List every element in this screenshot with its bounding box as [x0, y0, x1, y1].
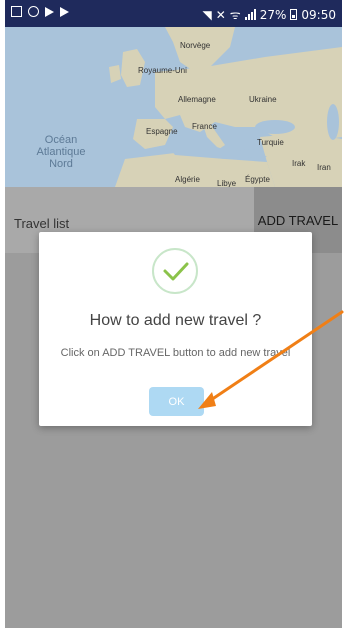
map-label-ocean: Océan Atlantique Nord	[31, 134, 91, 170]
map-label-ocean-line2: Atlantique	[36, 146, 86, 158]
app-screen: ◥ ✕ ᯤ 27% 09:50 Norvège Royaume-Uni Alle…	[5, 0, 342, 628]
map-label-libya: Libye	[217, 179, 237, 187]
clock: 09:50	[301, 7, 336, 22]
battery-percent: 27%	[259, 7, 287, 22]
map-label-turkey: Turquie	[257, 138, 284, 147]
map-label-iran: Iran	[317, 163, 331, 172]
signal-icon	[244, 9, 256, 20]
map-label-france: France	[192, 122, 217, 131]
nfc-icon: ◥	[202, 7, 212, 22]
caspian-sea	[327, 104, 339, 140]
map-label-uk: Royaume-Uni	[138, 66, 187, 75]
map-label-egypt: Égypte	[245, 175, 270, 184]
dialog-message: Click on ADD TRAVEL button to add new tr…	[60, 347, 291, 359]
map-label-norway: Norvège	[180, 41, 211, 50]
play-icon	[45, 7, 54, 17]
status-system-icons: ◥ ✕ ᯤ 27% 09:50	[202, 6, 336, 23]
gallery-icon	[11, 6, 22, 17]
map-label-ocean-line1: Océan	[44, 134, 78, 146]
map-label-germany: Allemagne	[178, 95, 216, 104]
battery-icon	[290, 9, 298, 20]
check-icon	[163, 262, 189, 281]
play-icon	[60, 7, 69, 17]
success-circle	[152, 248, 198, 294]
land-ireland	[109, 65, 121, 83]
map-label-iraq: Irak	[292, 159, 306, 168]
map-view[interactable]: Norvège Royaume-Uni Allemagne Ukraine Fr…	[5, 27, 342, 187]
travel-list-label: Travel list	[14, 216, 70, 231]
dialog-title: How to add new travel ?	[89, 312, 262, 329]
map-label-algeria: Algérie	[175, 175, 200, 184]
key-icon	[28, 6, 39, 17]
mute-icon: ✕	[215, 7, 226, 22]
black-sea	[255, 120, 295, 134]
help-dialog: How to add new travel ? Click on ADD TRA…	[39, 232, 312, 426]
wifi-icon: ᯤ	[229, 8, 241, 22]
map-label-ukraine: Ukraine	[249, 95, 277, 104]
status-notification-icons	[11, 6, 69, 17]
status-bar: ◥ ✕ ᯤ 27% 09:50	[5, 0, 342, 27]
ok-button[interactable]: OK	[149, 387, 204, 416]
map-label-spain: Espagne	[146, 127, 178, 136]
map-label-ocean-line3: Nord	[49, 158, 73, 170]
